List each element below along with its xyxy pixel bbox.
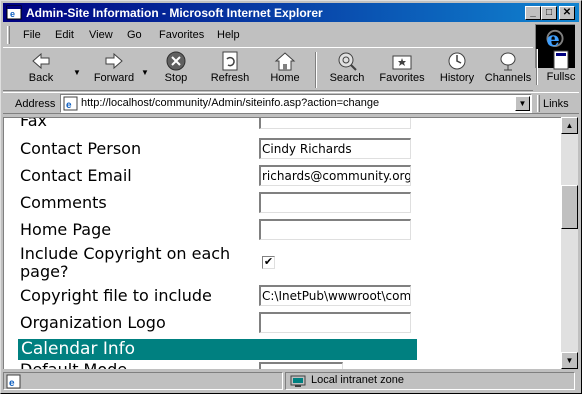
refresh-label: Refresh	[210, 72, 250, 84]
contact-email-input[interactable]: richards@community.org	[259, 165, 411, 186]
home-icon	[274, 52, 296, 71]
forward-button[interactable]: Forward	[83, 50, 145, 90]
back-button[interactable]: Back	[11, 50, 71, 90]
svg-text:e: e	[9, 378, 15, 389]
stop-button[interactable]: Stop	[155, 50, 197, 90]
refresh-icon	[222, 51, 238, 71]
organization-logo-label: Organization Logo	[20, 313, 166, 332]
svg-text:e: e	[66, 100, 72, 111]
links-grip[interactable]	[537, 95, 540, 112]
scroll-thumb[interactable]	[561, 185, 578, 229]
address-label: Address	[15, 98, 56, 110]
page-icon: e	[63, 96, 78, 111]
forward-arrow-icon	[105, 52, 123, 70]
scroll-down-icon[interactable]: ▼	[561, 352, 578, 369]
back-dropdown-icon[interactable]: ▼	[73, 68, 81, 77]
svg-text:e: e	[546, 26, 559, 51]
menu-help[interactable]: Help	[217, 29, 240, 41]
default-mode-select[interactable]	[259, 362, 343, 369]
home-page-label: Home Page	[20, 220, 112, 239]
copyright-label: Include Copyright on each	[20, 244, 231, 263]
forward-label: Forward	[93, 72, 135, 84]
window-title: Admin-Site Information - Microsoft Inter…	[26, 6, 323, 20]
organization-logo-input[interactable]	[259, 312, 411, 333]
contact-person-label: Contact Person	[20, 139, 142, 158]
home-page-input[interactable]	[259, 219, 411, 240]
channels-button[interactable]: Channels	[483, 50, 533, 90]
include-copyright-checkbox[interactable]: ✔	[262, 256, 275, 269]
favorites-label: Favorites	[379, 72, 425, 84]
history-button[interactable]: History	[435, 50, 479, 90]
page-status-icon: e	[6, 374, 21, 389]
home-button[interactable]: Home	[263, 50, 307, 90]
fullscreen-icon	[553, 50, 569, 70]
copyright-label-line2: page?	[20, 262, 69, 281]
favorites-folder-icon	[392, 55, 412, 70]
scroll-up-icon[interactable]: ▲	[561, 117, 578, 134]
page-content: Fax Contact Person Cindy Richards Contac…	[3, 117, 563, 369]
stop-icon	[166, 51, 186, 71]
address-bar: Address e http://localhost/community/Adm…	[3, 92, 579, 114]
address-dropdown-icon[interactable]: ▼	[515, 96, 530, 111]
menu-favorites[interactable]: Favorites	[159, 29, 204, 41]
menu-file[interactable]: File	[23, 29, 41, 41]
intranet-zone-icon	[290, 375, 306, 387]
history-icon	[448, 52, 466, 70]
address-field[interactable]: e http://localhost/community/Admin/sitei…	[60, 94, 532, 113]
ie-page-icon: e	[6, 5, 22, 20]
fax-input[interactable]	[259, 118, 411, 129]
menubar-grip[interactable]	[7, 26, 10, 44]
links-button[interactable]: Links	[543, 98, 569, 110]
zone-label: Local intranet zone	[311, 374, 404, 386]
vertical-scrollbar[interactable]: ▲ ▼	[561, 117, 578, 369]
fullscreen-label: Fullsc	[546, 71, 576, 83]
favorites-button[interactable]: Favorites	[375, 50, 429, 90]
forward-dropdown-icon[interactable]: ▼	[141, 68, 149, 77]
close-button[interactable]: ✕	[559, 6, 575, 20]
menu-view[interactable]: View	[89, 29, 113, 41]
refresh-button[interactable]: Refresh	[205, 50, 255, 90]
calendar-info-header: Calendar Info	[18, 339, 417, 360]
comments-input[interactable]	[259, 192, 411, 213]
status-bar: e Local intranet zone	[3, 370, 579, 392]
address-url: http://localhost/community/Admin/siteinf…	[81, 97, 380, 109]
back-arrow-icon	[32, 52, 50, 70]
contact-email-label: Contact Email	[20, 166, 132, 185]
fax-label: Fax	[20, 117, 48, 130]
channels-satellite-icon	[500, 52, 516, 71]
search-label: Search	[329, 72, 365, 84]
fullscreen-button[interactable]: Fullsc	[541, 49, 581, 89]
search-button[interactable]: Search	[323, 50, 371, 90]
title-bar[interactable]: e Admin-Site Information - Microsoft Int…	[3, 3, 579, 22]
comments-label: Comments	[20, 193, 107, 212]
home-label: Home	[270, 72, 300, 84]
menu-edit[interactable]: Edit	[55, 29, 74, 41]
contact-person-input[interactable]: Cindy Richards	[259, 138, 411, 159]
stop-label: Stop	[164, 72, 188, 84]
svg-text:e: e	[10, 9, 15, 19]
copyright-file-input[interactable]: C:\InetPub\wwwroot\comm	[259, 285, 411, 306]
maximize-button[interactable]: □	[541, 6, 557, 20]
default-mode-label: Default Mode	[20, 360, 127, 369]
history-label: History	[439, 72, 475, 84]
copyright-file-label: Copyright file to include	[20, 286, 212, 305]
back-label: Back	[28, 72, 54, 84]
toolbar-separator	[315, 52, 317, 88]
menu-bar: File Edit View Go Favorites Help e	[3, 24, 579, 68]
toolbar-separator	[536, 49, 538, 85]
search-icon	[338, 52, 357, 71]
standard-toolbar: Back ▼ Forward ▼ Stop Refresh Home Searc…	[3, 47, 533, 91]
menu-go[interactable]: Go	[127, 29, 142, 41]
minimize-button[interactable]: _	[525, 6, 541, 20]
status-text-pane: e	[3, 372, 283, 390]
browser-window: e Admin-Site Information - Microsoft Int…	[0, 0, 582, 394]
channels-label: Channels	[484, 72, 532, 84]
